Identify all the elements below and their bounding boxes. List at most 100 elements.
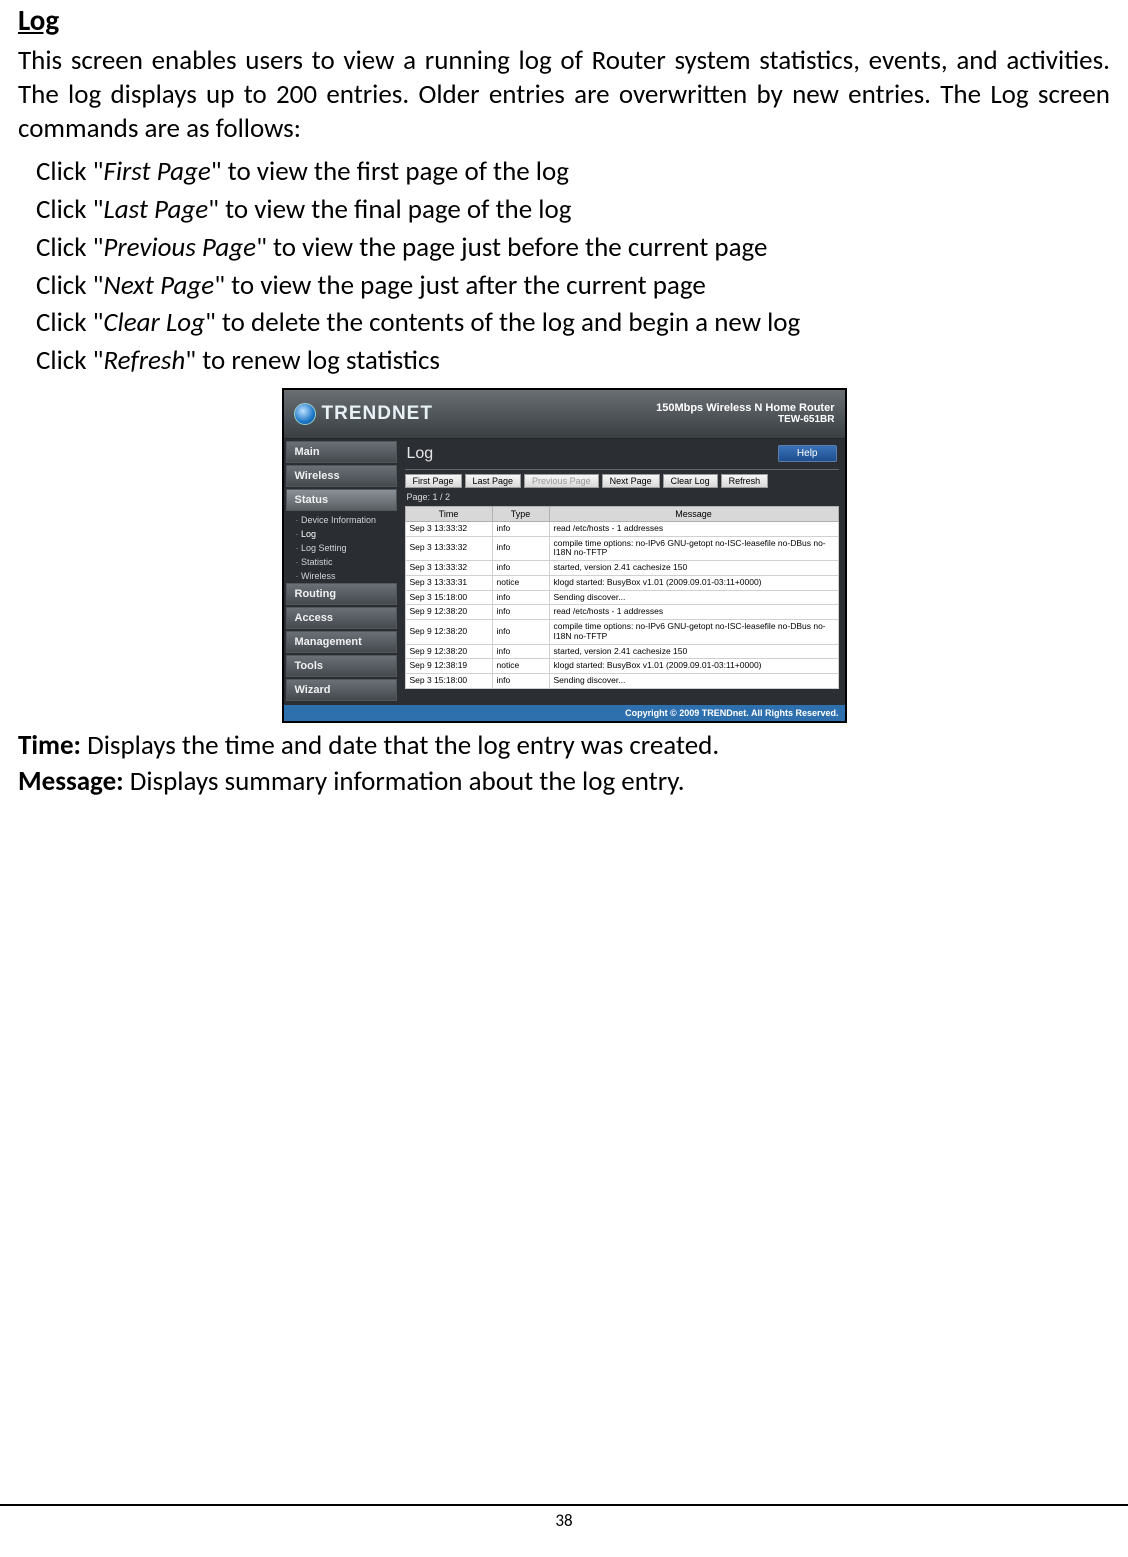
cell-type: info (492, 590, 549, 605)
section-title: Log (18, 2, 1110, 38)
column-header: Type (492, 506, 549, 521)
command-suffix: " to view the final page of the log (208, 193, 571, 226)
log-button-row: First PageLast PagePrevious PageNext Pag… (405, 474, 839, 488)
field-text: Displays the time and date that the log … (81, 729, 719, 762)
cell-message: read /etc/hosts - 1 addresses (549, 521, 838, 536)
cell-time: Sep 3 15:18:00 (405, 674, 492, 689)
cell-message: compile time options: no-IPv6 GNU-getopt… (549, 620, 838, 645)
content-title: Log (407, 445, 434, 463)
command-prefix: Click " (36, 193, 103, 226)
command-item: Click "Refresh" to renew log statistics (36, 344, 1110, 378)
router-footer: Copyright © 2009 TRENDnet. All Rights Re… (284, 705, 845, 721)
first-page-button[interactable]: First Page (405, 474, 462, 488)
cell-time: Sep 9 12:38:20 (405, 644, 492, 659)
command-name: Last Page (103, 193, 208, 226)
table-row: Sep 3 13:33:32inforead /etc/hosts - 1 ad… (405, 521, 838, 536)
command-name: First Page (103, 155, 210, 188)
nav-item-routing[interactable]: Routing (286, 583, 397, 605)
help-button[interactable]: Help (778, 445, 837, 462)
cell-message: Sending discover... (549, 590, 838, 605)
field-text: Displays summary information about the l… (124, 765, 685, 798)
command-suffix: " to view the first page of the log (211, 155, 569, 188)
previous-page-button[interactable]: Previous Page (524, 474, 599, 488)
cell-time: Sep 3 13:33:32 (405, 536, 492, 561)
nav-item-wizard[interactable]: Wizard (286, 679, 397, 701)
subnav-item[interactable]: Device Information (284, 513, 399, 527)
cell-type: info (492, 605, 549, 620)
field-description: Time: Displays the time and date that th… (18, 729, 1110, 763)
cell-message: klogd started: BusyBox v1.01 (2009.09.01… (549, 659, 838, 674)
router-header: TRENDNET 150Mbps Wireless N Home Router … (284, 390, 845, 439)
page-indicator: Page: 1 / 2 (405, 492, 839, 506)
clear-log-button[interactable]: Clear Log (663, 474, 718, 488)
brand-logo-icon (294, 403, 316, 425)
command-suffix: " to view the page just before the curre… (256, 231, 767, 264)
cell-message: started, version 2.41 cachesize 150 (549, 644, 838, 659)
column-header: Time (405, 506, 492, 521)
table-row: Sep 9 12:38:20inforead /etc/hosts - 1 ad… (405, 605, 838, 620)
table-row: Sep 9 12:38:19noticeklogd started: BusyB… (405, 659, 838, 674)
table-row: Sep 3 15:18:00infoSending discover... (405, 674, 838, 689)
cell-time: Sep 3 13:33:32 (405, 561, 492, 576)
command-suffix: " to delete the contents of the log and … (205, 306, 800, 339)
cell-type: info (492, 620, 549, 645)
nav-item-access[interactable]: Access (286, 607, 397, 629)
cell-time: Sep 9 12:38:20 (405, 605, 492, 620)
cell-time: Sep 3 13:33:31 (405, 575, 492, 590)
intro-paragraph: This screen enables users to view a runn… (18, 44, 1110, 145)
command-prefix: Click " (36, 231, 103, 264)
field-label: Message: (18, 765, 124, 798)
cell-type: info (492, 561, 549, 576)
brand-text: TRENDNET (322, 403, 433, 425)
command-item: Click "Clear Log" to delete the contents… (36, 306, 1110, 340)
cell-message: started, version 2.41 cachesize 150 (549, 561, 838, 576)
cell-type: info (492, 536, 549, 561)
command-prefix: Click " (36, 344, 103, 377)
cell-message: Sending discover... (549, 674, 838, 689)
model-line2: TEW-651BR (656, 414, 834, 425)
command-item: Click "Previous Page" to view the page j… (36, 231, 1110, 265)
nav-item-tools[interactable]: Tools (286, 655, 397, 677)
column-header: Message (549, 506, 838, 521)
command-name: Refresh (103, 344, 185, 377)
subnav-item[interactable]: Wireless (284, 569, 399, 583)
nav-item-management[interactable]: Management (286, 631, 397, 653)
command-name: Next Page (103, 269, 214, 302)
subnav-item[interactable]: Statistic (284, 555, 399, 569)
field-label: Time: (18, 729, 81, 762)
next-page-button[interactable]: Next Page (602, 474, 660, 488)
table-row: Sep 3 13:33:32infocompile time options: … (405, 536, 838, 561)
cell-message: read /etc/hosts - 1 addresses (549, 605, 838, 620)
last-page-button[interactable]: Last Page (465, 474, 522, 488)
command-prefix: Click " (36, 155, 103, 188)
log-table: TimeTypeMessage Sep 3 13:33:32inforead /… (405, 506, 839, 689)
field-description: Message: Displays summary information ab… (18, 765, 1110, 799)
table-row: Sep 3 13:33:32infostarted, version 2.41 … (405, 561, 838, 576)
model-block: 150Mbps Wireless N Home Router TEW-651BR (656, 402, 834, 425)
cell-type: info (492, 521, 549, 536)
command-prefix: Click " (36, 269, 103, 302)
content-area: Log Help First PageLast PagePrevious Pag… (399, 439, 845, 705)
model-line1: 150Mbps Wireless N Home Router (656, 402, 834, 414)
cell-time: Sep 3 13:33:32 (405, 521, 492, 536)
cell-type: notice (492, 575, 549, 590)
screenshot-area: TRENDNET 150Mbps Wireless N Home Router … (18, 388, 1110, 723)
sidebar: MainWirelessStatusDevice InformationLogL… (284, 439, 399, 705)
nav-item-wireless[interactable]: Wireless (286, 465, 397, 487)
table-row: Sep 9 12:38:20infocompile time options: … (405, 620, 838, 645)
nav-item-status[interactable]: Status (286, 489, 397, 511)
command-suffix: " to view the page just after the curren… (214, 269, 706, 302)
cell-type: info (492, 644, 549, 659)
nav-item-main[interactable]: Main (286, 441, 397, 463)
command-prefix: Click " (36, 306, 103, 339)
subnav-item[interactable]: Log Setting (284, 541, 399, 555)
command-item: Click "Last Page" to view the final page… (36, 193, 1110, 227)
subnav-item[interactable]: Log (284, 527, 399, 541)
cell-time: Sep 9 12:38:20 (405, 620, 492, 645)
command-item: Click "First Page" to view the first pag… (36, 155, 1110, 189)
cell-type: notice (492, 659, 549, 674)
refresh-button[interactable]: Refresh (721, 474, 769, 488)
cell-time: Sep 9 12:38:19 (405, 659, 492, 674)
cell-type: info (492, 674, 549, 689)
table-row: Sep 3 15:18:00infoSending discover... (405, 590, 838, 605)
